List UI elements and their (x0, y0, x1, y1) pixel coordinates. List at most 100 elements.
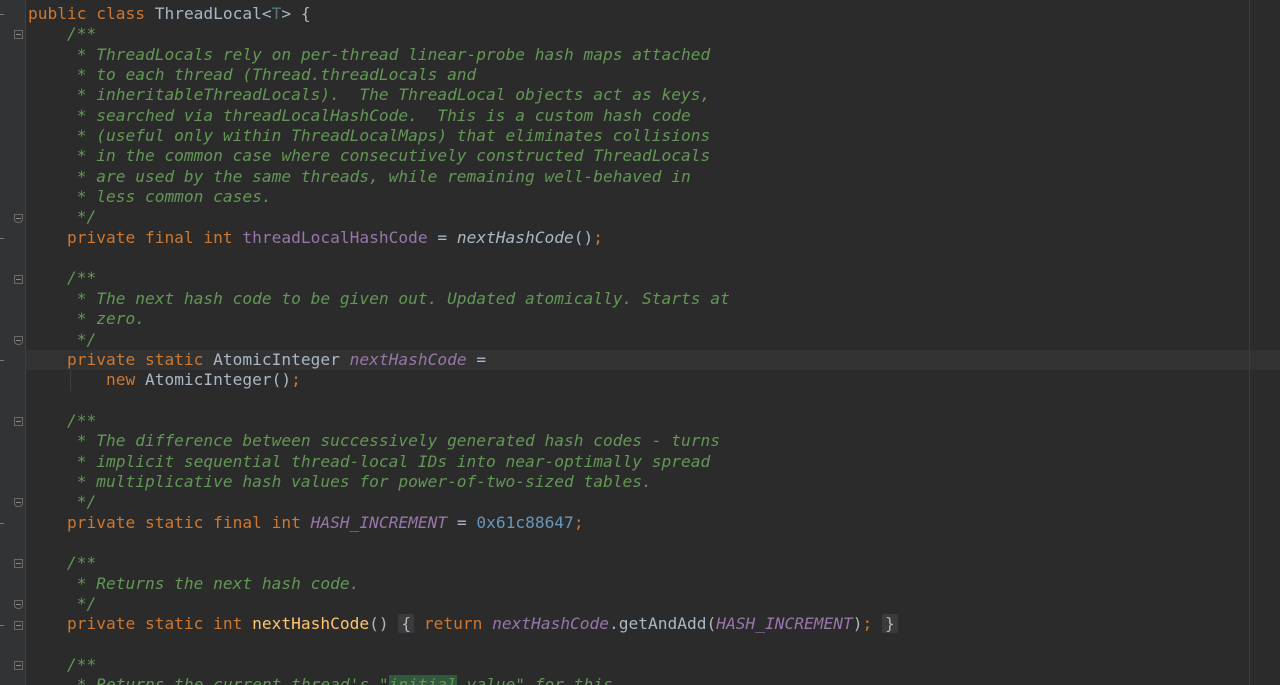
code-line[interactable]: * zero. (28, 309, 1280, 329)
code-token: () (573, 227, 594, 247)
code-token: /** (28, 553, 97, 573)
code-line[interactable]: * to each thread (Thread.threadLocals an… (28, 65, 1280, 85)
code-token: > { (281, 4, 311, 23)
code-line[interactable]: * searched via threadLocalHashCode. This… (28, 106, 1280, 126)
code-line[interactable]: private static final int HASH_INCREMENT … (28, 513, 1280, 533)
fold-open-icon[interactable] (14, 661, 23, 671)
code-line[interactable]: /** (28, 655, 1280, 675)
fold-open-icon[interactable] (14, 559, 23, 569)
code-line[interactable] (28, 635, 1280, 655)
code-token: } (881, 614, 898, 634)
code-token: AtomicInteger (213, 349, 350, 369)
code-line[interactable]: */ (28, 492, 1280, 512)
code-line[interactable]: /** (28, 268, 1280, 288)
code-line[interactable]: public class ThreadLocal<T> { (28, 4, 1280, 24)
code-line[interactable]: * multiplicative hash values for power-o… (28, 472, 1280, 492)
code-token: nextHashCode (252, 614, 370, 634)
code-token: = (427, 227, 457, 247)
fold-close-icon[interactable] (14, 213, 23, 223)
code-line[interactable]: * implicit sequential thread-local IDs i… (28, 452, 1280, 472)
code-line[interactable]: * are used by the same threads, while re… (28, 167, 1280, 187)
fold-expand-icon[interactable] (14, 620, 23, 630)
fold-open-icon[interactable] (14, 274, 23, 284)
fold-close-icon[interactable] (14, 335, 23, 345)
indent-guide (70, 370, 71, 391)
code-token: return (423, 614, 493, 634)
code-area[interactable]: public class ThreadLocal<T> { /** * Thre… (28, 4, 1280, 685)
code-line[interactable]: /** (28, 24, 1280, 44)
gutter-tick-icon (0, 237, 4, 239)
code-line[interactable]: */ (28, 330, 1280, 350)
code-token: * ThreadLocals rely on per-thread linear… (28, 44, 711, 64)
fold-close-icon[interactable] (14, 600, 23, 610)
code-token: private static (28, 349, 214, 369)
code-token: private final int (28, 227, 243, 247)
code-line[interactable]: new AtomicInteger(); (28, 370, 1280, 390)
code-token: () (369, 614, 399, 634)
code-token: */ (28, 492, 97, 512)
code-token: * searched via threadLocalHashCode. This… (28, 105, 691, 125)
code-token: private static int (28, 614, 253, 634)
code-line[interactable] (28, 533, 1280, 553)
code-token: HASH_INCREMENT (310, 512, 448, 532)
code-token: ) (852, 614, 863, 634)
code-token: /** (28, 410, 97, 430)
code-token: 0x61c88647 (476, 512, 574, 532)
code-line[interactable]: * inheritableThreadLocals). The ThreadLo… (28, 85, 1280, 105)
code-token: .getAndAdd( (609, 614, 717, 634)
code-editor[interactable]: public class ThreadLocal<T> { /** * Thre… (0, 0, 1280, 685)
code-token: * Returns the current thread's " (28, 675, 389, 685)
gutter-tick-icon (0, 14, 4, 15)
code-line[interactable]: * The next hash code to be given out. Up… (28, 289, 1280, 309)
code-token: AtomicInteger() (144, 370, 292, 390)
code-token: private static final int (28, 512, 311, 532)
code-line[interactable]: /** (28, 553, 1280, 573)
code-line[interactable]: * ThreadLocals rely on per-thread linear… (28, 45, 1280, 65)
fold-open-icon[interactable] (14, 417, 23, 426)
gutter-tick-icon (0, 624, 4, 626)
code-token: * in the common case where consecutively… (28, 146, 711, 166)
code-line[interactable]: * Returns the next hash code. (28, 574, 1280, 594)
code-token: value" for this (456, 675, 613, 685)
code-token: T (271, 4, 282, 23)
gutter-tick-icon (0, 359, 4, 361)
code-token: * less common cases. (28, 187, 272, 207)
code-line[interactable]: private static AtomicInteger nextHashCod… (28, 350, 1280, 370)
code-token: * The difference between successively ge… (28, 431, 720, 451)
code-token: /** (28, 24, 97, 44)
code-line[interactable]: * (useful only within ThreadLocalMaps) t… (28, 126, 1280, 146)
code-token: = (466, 349, 487, 369)
code-token: ; (593, 227, 604, 247)
code-token: public class (28, 4, 155, 23)
code-line[interactable]: private final int threadLocalHashCode = … (28, 228, 1280, 248)
code-line[interactable] (28, 248, 1280, 268)
code-token: * are used by the same threads, while re… (28, 166, 691, 186)
code-token: ; (862, 614, 873, 634)
code-line[interactable]: * in the common case where consecutively… (28, 146, 1280, 166)
code-line[interactable]: */ (28, 207, 1280, 227)
code-token: ; (291, 370, 301, 390)
code-line[interactable]: /** (28, 411, 1280, 431)
code-token: * (useful only within ThreadLocalMaps) t… (28, 126, 711, 146)
code-token: new (28, 370, 145, 390)
code-token: { (398, 614, 415, 634)
code-token: ; (573, 512, 584, 532)
code-token: nextHashCode (349, 349, 467, 369)
code-line[interactable]: */ (28, 594, 1280, 614)
code-line[interactable]: * less common cases. (28, 187, 1280, 207)
fold-open-icon[interactable] (14, 30, 23, 40)
code-token: * multiplicative hash values for power-o… (28, 471, 652, 491)
code-token: */ (28, 329, 97, 349)
code-token: /** (28, 655, 97, 674)
code-token: = (447, 512, 477, 532)
code-line[interactable]: * Returns the current thread's "initial … (28, 675, 1280, 685)
code-line[interactable]: private static int nextHashCode() { retu… (28, 614, 1280, 634)
code-token: * Returns the next hash code. (28, 573, 360, 593)
code-line[interactable] (28, 391, 1280, 411)
code-token: * The next hash code to be given out. Up… (28, 288, 730, 308)
code-token: * to each thread (Thread.threadLocals an… (28, 65, 477, 85)
code-token: ThreadLocal< (154, 4, 272, 23)
code-line[interactable]: * The difference between successively ge… (28, 431, 1280, 451)
